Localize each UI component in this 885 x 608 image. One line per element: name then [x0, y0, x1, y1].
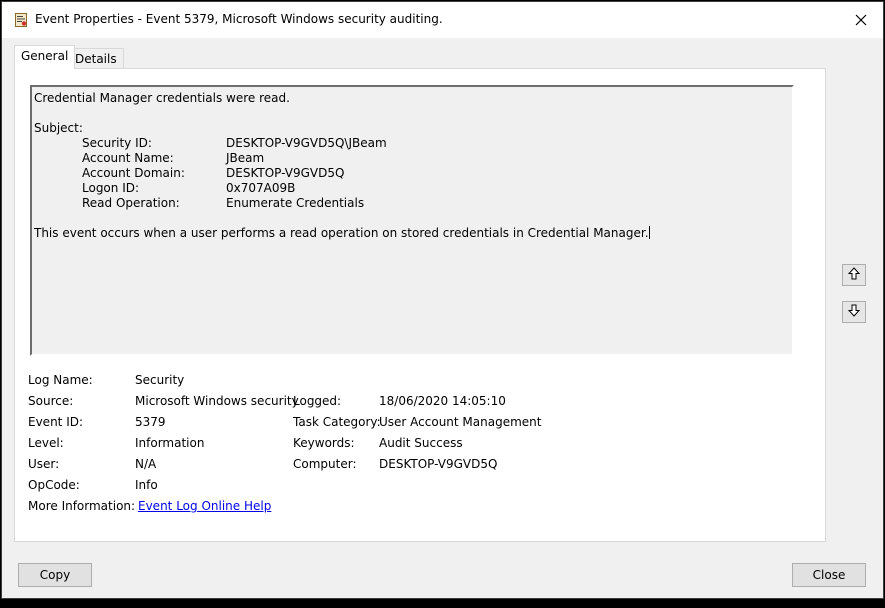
user-label: User: — [28, 457, 60, 471]
opcode-label: OpCode: — [28, 478, 80, 492]
close-icon[interactable] — [839, 2, 883, 38]
level-value: Information — [135, 436, 205, 450]
tab-general[interactable]: General — [14, 45, 76, 69]
account-name-value: JBeam — [226, 151, 265, 165]
log-name-value: Security — [135, 373, 185, 387]
account-name-label: Account Name: — [82, 151, 174, 165]
event-description-box[interactable]: Credential Manager credentials were read… — [30, 85, 794, 356]
window-title: Event Properties - Event 5379, Microsoft… — [35, 12, 443, 26]
computer-label: Computer: — [293, 457, 357, 471]
description-headline: Credential Manager credentials were read… — [34, 91, 290, 105]
event-log-icon — [14, 12, 28, 28]
source-label: Source: — [28, 394, 74, 408]
event-log-online-help-link[interactable]: Event Log Online Help — [138, 499, 271, 514]
keywords-label: Keywords: — [293, 436, 355, 450]
event-id-value: 5379 — [135, 415, 166, 429]
close-button[interactable]: Close — [792, 563, 866, 587]
security-id-label: Security ID: — [82, 136, 152, 150]
account-domain-value: DESKTOP-V9GVD5Q — [226, 166, 345, 180]
description-footer: This event occurs when a user performs a… — [34, 226, 650, 241]
text-cursor — [648, 226, 650, 239]
read-operation-value: Enumerate Credentials — [226, 196, 365, 210]
level-label: Level: — [28, 436, 64, 450]
opcode-value: Info — [135, 478, 158, 492]
logged-value: 18/06/2020 14:05:10 — [379, 394, 506, 408]
previous-event-button[interactable] — [842, 264, 866, 286]
description-footer-text: This event occurs when a user performs a… — [34, 226, 649, 240]
source-value: Microsoft Windows security — [135, 394, 299, 408]
title-bar[interactable]: Event Properties - Event 5379, Microsoft… — [2, 2, 883, 38]
task-category-value: User Account Management — [379, 415, 542, 429]
task-category-label: Task Category: — [293, 415, 381, 429]
keywords-value: Audit Success — [379, 436, 463, 450]
arrow-down-icon — [847, 304, 861, 320]
event-properties-window: Event Properties - Event 5379, Microsoft… — [1, 1, 884, 599]
read-operation-label: Read Operation: — [82, 196, 180, 210]
logged-label: Logged: — [293, 394, 342, 408]
log-name-label: Log Name: — [28, 373, 93, 387]
general-tab-panel: Credential Manager credentials were read… — [14, 68, 826, 542]
arrow-up-icon — [847, 267, 861, 283]
user-value: N/A — [135, 457, 157, 471]
desktop-background — [0, 599, 885, 608]
tab-details[interactable]: Details — [68, 48, 124, 70]
security-id-value: DESKTOP-V9GVD5Q\JBeam — [226, 136, 387, 150]
subject-label: Subject: — [34, 121, 83, 135]
logon-id-label: Logon ID: — [82, 181, 140, 195]
event-id-label: Event ID: — [28, 415, 84, 429]
account-domain-label: Account Domain: — [82, 166, 185, 180]
logon-id-value: 0x707A09B — [226, 181, 296, 195]
more-information-label: More Information: — [28, 499, 136, 513]
computer-value: DESKTOP-V9GVD5Q — [379, 457, 498, 471]
copy-button[interactable]: Copy — [18, 563, 92, 587]
next-event-button[interactable] — [842, 301, 866, 323]
